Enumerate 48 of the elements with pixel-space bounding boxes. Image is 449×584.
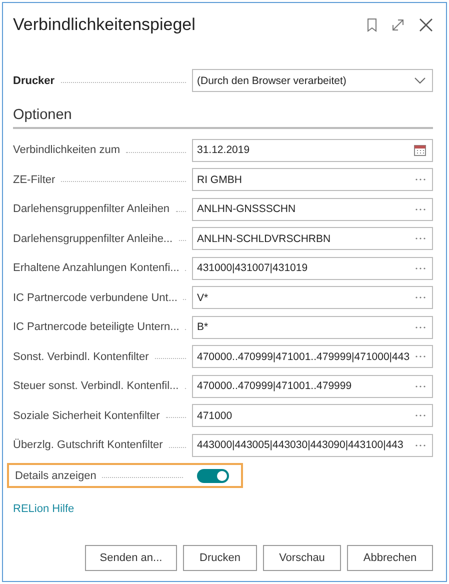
field-label: Details anzeigen [15, 470, 96, 482]
field-label: Verbindlichkeiten zum [13, 144, 120, 156]
section-heading: Optionen [13, 106, 73, 122]
ellipsis-icon[interactable] [415, 178, 426, 181]
field-label: Drucker [13, 74, 55, 86]
field-label: IC Partnercode beteiligte Untern... [13, 321, 180, 333]
field-label: Steuer sonst. Verbindl. Kontenfil... [13, 380, 179, 392]
field-label: Darlehensgruppenfilter Anleihe... [13, 232, 173, 244]
field-label: Darlehensgruppenfilter Anleihen [13, 203, 170, 215]
chevron-down-icon [414, 76, 426, 84]
ellipsis-icon[interactable] [415, 414, 426, 417]
input-field[interactable]: 431000|431007|431019 [192, 256, 433, 280]
ellipsis-icon[interactable] [415, 266, 426, 270]
calendar-icon[interactable] [414, 144, 426, 156]
ellipsis-icon[interactable] [415, 237, 426, 240]
field-label: Sonst. Verbindl. Kontenfilter [13, 350, 149, 362]
input-field[interactable]: 470000..470999|471001..479999 [192, 374, 433, 398]
expand-icon[interactable] [391, 18, 405, 32]
input-field[interactable]: B* [192, 316, 433, 338]
date-field[interactable]: 31.12.2019 [192, 138, 433, 162]
toggle-switch[interactable] [197, 468, 229, 482]
close-icon[interactable] [419, 18, 433, 32]
dialog-button[interactable]: Drucken [183, 545, 257, 571]
input-field[interactable]: ANLHN-GNSSSCHN [192, 198, 433, 220]
input-field[interactable]: V* [192, 286, 433, 309]
field-label: IC Partnercode verbundene Unt... [13, 292, 178, 304]
dialog-button[interactable]: Abbrechen [347, 545, 433, 571]
field-label: ZE-Filter [13, 174, 56, 186]
dialog-button[interactable]: Senden an... [85, 545, 177, 571]
ellipsis-icon[interactable] [415, 444, 426, 446]
ellipsis-icon[interactable] [415, 355, 426, 358]
field-label: Erhaltene Anzahlungen Kontenfi... [13, 262, 180, 274]
help-link[interactable]: RELion Hilfe [13, 502, 74, 514]
input-field[interactable]: 471000 [192, 404, 433, 427]
ellipsis-icon[interactable] [415, 208, 426, 210]
ellipsis-icon[interactable] [415, 296, 426, 299]
ellipsis-icon[interactable] [415, 384, 426, 388]
window-title: Verbindlichkeitenspiegel [13, 15, 196, 35]
bookmark-icon[interactable] [367, 18, 377, 32]
field-label: Soziale Sicherheit Kontenfilter [13, 410, 160, 422]
input-field[interactable]: 470000..470999|471001..479999|471000|443 [192, 345, 433, 368]
field-label: Überzlg. Gutschrift Kontenfilter [13, 439, 163, 451]
printer-dropdown[interactable]: (Durch den Browser verarbeitet) [192, 69, 433, 92]
input-field[interactable]: 443000|443005|443030|443090|443100|443 [192, 434, 433, 456]
ellipsis-icon[interactable] [415, 326, 426, 328]
input-field[interactable]: ANLHN-SCHLDVRSCHRBN [192, 227, 433, 250]
dialog-button[interactable]: Vorschau [263, 545, 341, 571]
input-field[interactable]: RI GMBH [192, 168, 433, 191]
